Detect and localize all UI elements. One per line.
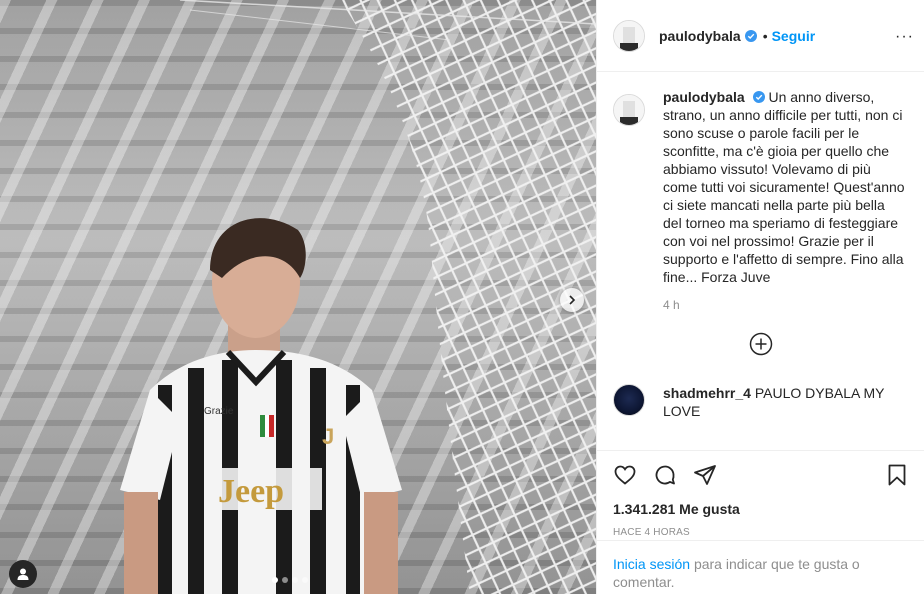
avatar-image: [614, 20, 644, 51]
player-figure: J Grazie Jeep: [120, 218, 402, 594]
post-media[interactable]: J Grazie Jeep: [0, 0, 596, 594]
caption-username[interactable]: paulodybala: [663, 89, 745, 105]
comment: shadmehrr_4 PAULO DYBALA MY LOVE: [613, 384, 908, 420]
post-side-panel: paulodybala • Seguir ··· paulodybala Un …: [596, 0, 924, 594]
carousel-dot: [272, 577, 278, 583]
likes-count[interactable]: 1.341.281 Me gusta: [613, 501, 909, 517]
login-prompt: Inicia sesión para indicar que te gusta …: [597, 540, 924, 594]
caption: paulodybala Un anno diverso, strano, un …: [613, 88, 908, 286]
post-actions: 1.341.281 Me gusta HACE 4 HORAS: [597, 450, 924, 538]
comment-body: shadmehrr_4 PAULO DYBALA MY LOVE: [663, 384, 907, 420]
svg-text:J: J: [322, 424, 334, 449]
instagram-post: J Grazie Jeep paulodybala • Seguir ··· p…: [0, 0, 924, 594]
chevron-right-icon: [569, 295, 576, 305]
load-more-comments-button[interactable]: [613, 332, 908, 356]
verified-badge-icon: [744, 29, 757, 42]
post-header: paulodybala • Seguir ···: [597, 0, 924, 72]
more-options-icon[interactable]: ···: [895, 28, 914, 46]
carousel-indicator: [272, 577, 308, 583]
carousel-dot: [302, 577, 308, 583]
caption-text: Un anno diverso, strano, un anno diffici…: [663, 89, 905, 285]
header-separator: •: [762, 27, 768, 44]
header-username[interactable]: paulodybala: [659, 28, 741, 44]
shirt-sponsor-text: Jeep: [218, 473, 284, 510]
avatar-image: [614, 95, 644, 125]
carousel-dot: [282, 577, 288, 583]
follow-button[interactable]: Seguir: [772, 28, 816, 44]
avatar[interactable]: [613, 19, 645, 52]
post-timestamp[interactable]: HACE 4 HORAS: [613, 527, 909, 538]
verified-badge-icon: [752, 91, 765, 103]
comment-bubble-icon[interactable]: [653, 463, 677, 487]
comment-username[interactable]: shadmehrr_4: [663, 385, 751, 401]
heart-icon[interactable]: [613, 463, 637, 487]
plus-circle-icon: [749, 332, 772, 356]
user-tag-icon: [17, 568, 29, 580]
action-icon-bar: [613, 461, 909, 489]
carousel-dot: [292, 577, 298, 583]
commenter-avatar[interactable]: [613, 384, 645, 416]
tagged-users-button[interactable]: [9, 560, 37, 588]
shirt-sleeve-text: Grazie: [204, 406, 234, 417]
caption-time[interactable]: 4 h: [663, 298, 908, 312]
comments-area: paulodybala Un anno diverso, strano, un …: [597, 72, 924, 450]
login-link[interactable]: Inicia sesión: [613, 556, 690, 572]
next-slide-button[interactable]: [560, 288, 584, 312]
bookmark-icon[interactable]: [885, 463, 909, 487]
caption-body: paulodybala Un anno diverso, strano, un …: [663, 88, 907, 286]
avatar[interactable]: [613, 94, 645, 126]
paper-plane-icon[interactable]: [693, 463, 717, 487]
